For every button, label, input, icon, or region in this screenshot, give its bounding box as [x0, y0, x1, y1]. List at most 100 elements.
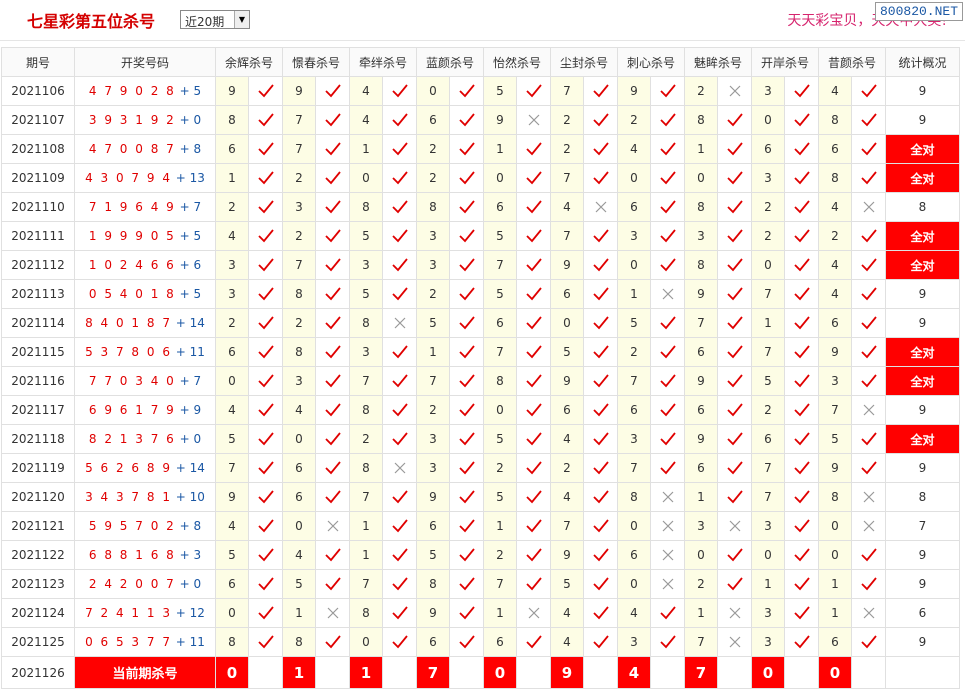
- draw-extra: + 6: [175, 258, 202, 272]
- check-icon: [793, 142, 810, 156]
- kill-result-cell: [449, 250, 484, 280]
- table-row: 2021119 5 6 2 6 8 9 + 14 7 6 8 3 2 2 7 6 7 9 9: [1, 453, 960, 483]
- draw-digits: 1 9 9 9 0 5: [88, 229, 176, 243]
- kill-result-cell: [248, 395, 283, 425]
- kill-result-cell: [449, 453, 484, 483]
- period-range-select[interactable]: 近20期 ▼: [180, 10, 250, 29]
- stat-cell: 6: [885, 598, 960, 628]
- check-icon: [793, 200, 810, 214]
- kill-number-cell: 0: [617, 511, 651, 541]
- kill-number-cell: 1: [684, 598, 718, 628]
- stat-cell: 全对: [885, 337, 960, 367]
- draw-numbers-cell: 1 9 9 9 0 5 + 5: [74, 221, 216, 251]
- kill-result-cell: [449, 308, 484, 338]
- check-icon: [525, 635, 542, 649]
- check-icon: [592, 113, 609, 127]
- kill-result-cell: [650, 134, 685, 164]
- kill-number-cell: 7: [483, 250, 517, 280]
- check-icon: [257, 258, 274, 272]
- cross-icon: [327, 607, 338, 619]
- kill-result-cell: [717, 192, 752, 222]
- kill-result-cell: [650, 192, 685, 222]
- table-row: 2021123 2 4 2 0 0 7 + 065787502119: [1, 569, 960, 599]
- kill-result-cell: [851, 569, 886, 599]
- kill-number-cell: 7: [751, 482, 785, 512]
- check-icon: [659, 635, 676, 649]
- table-row: 2021122 6 8 8 1 6 8 + 354152960009: [1, 540, 960, 570]
- kill-number-cell: 7: [550, 511, 584, 541]
- period-cell: 2021106: [1, 76, 75, 106]
- kill-number-cell: 3: [349, 337, 383, 367]
- table-row: 2021116 7 7 0 3 4 0 + 7 0 3 7 7 8 9 7 9 5 3 全对: [1, 366, 960, 396]
- stat-cell: 9: [885, 627, 960, 657]
- cross-icon: [595, 201, 606, 213]
- kill-number-cell: 4: [617, 134, 651, 164]
- kill-number-cell: 6: [215, 569, 249, 599]
- kill-result-cell: [449, 511, 484, 541]
- kill-number-cell: 3: [751, 627, 785, 657]
- kill-number-cell: 6: [416, 627, 450, 657]
- check-icon: [793, 171, 810, 185]
- check-icon: [860, 287, 877, 301]
- period-cell: 2021111: [1, 221, 75, 251]
- check-icon: [726, 287, 743, 301]
- check-icon: [726, 229, 743, 243]
- kill-result-cell: [717, 76, 752, 106]
- kill-result-cell: [516, 482, 551, 512]
- draw-extra: + 8: [175, 519, 202, 533]
- draw-digits: 8 4 0 1 8 7: [85, 316, 172, 330]
- kill-result-cell: [248, 279, 283, 309]
- cross-icon: [863, 520, 874, 532]
- kill-number-cell: 2: [483, 453, 517, 483]
- check-icon: [793, 577, 810, 591]
- stat-cell: 7: [885, 511, 960, 541]
- kill-number-cell: 1: [483, 134, 517, 164]
- kill-number-cell: 8: [684, 250, 718, 280]
- kill-number-cell: 2: [282, 163, 316, 193]
- kill-result-cell: [784, 308, 819, 338]
- kill-number-cell: 6: [751, 134, 785, 164]
- kill-number-cell: 6: [617, 395, 651, 425]
- kill-result-cell: [449, 279, 484, 309]
- check-icon: [525, 345, 542, 359]
- kill-number-cell: 3: [215, 250, 249, 280]
- kill-result-cell: [315, 105, 350, 135]
- kill-result-cell: [851, 540, 886, 570]
- check-icon: [726, 200, 743, 214]
- check-icon: [458, 113, 475, 127]
- kill-number-cell: 1: [483, 598, 517, 628]
- kill-number-cell: 8: [282, 279, 316, 309]
- column-header-expert: 刺心杀号: [617, 47, 685, 77]
- cross-icon: [863, 201, 874, 213]
- kill-result-cell: [382, 424, 417, 454]
- kill-number-cell: 6: [215, 337, 249, 367]
- chevron-down-icon[interactable]: ▼: [234, 11, 249, 28]
- kill-number-cell: 1: [818, 598, 852, 628]
- draw-numbers-cell: 4 3 0 7 9 4 + 13: [74, 163, 216, 193]
- column-header-expert: 开岸杀号: [751, 47, 819, 77]
- kill-number-cell: 0: [751, 540, 785, 570]
- kill-number-cell: 4: [550, 598, 584, 628]
- current-stat-empty: [885, 656, 960, 689]
- kill-result-cell: [516, 221, 551, 251]
- table-row: 2021109 4 3 0 7 9 4 + 13 1 2 0 2 0 7 0 0 3 8 全对: [1, 163, 960, 193]
- kill-result-cell: [382, 163, 417, 193]
- kill-result-cell: [717, 221, 752, 251]
- check-icon: [592, 258, 609, 272]
- kill-number-cell: 7: [282, 134, 316, 164]
- kill-number-cell: 5: [483, 482, 517, 512]
- draw-digits: 4 7 0 0 8 7: [88, 142, 176, 156]
- kill-result-cell: [851, 627, 886, 657]
- cross-icon: [863, 404, 874, 416]
- kill-number-cell: 3: [751, 163, 785, 193]
- kill-result-cell: [516, 540, 551, 570]
- kill-number-cell: 5: [550, 337, 584, 367]
- kill-result-cell: [717, 279, 752, 309]
- cross-icon: [863, 491, 874, 503]
- kill-number-cell: 0: [684, 540, 718, 570]
- kill-number-cell: 2: [215, 308, 249, 338]
- kill-result-cell: [650, 511, 685, 541]
- check-icon: [659, 461, 676, 475]
- check-icon: [458, 606, 475, 620]
- draw-numbers-cell: 6 9 6 1 7 9 + 9: [74, 395, 216, 425]
